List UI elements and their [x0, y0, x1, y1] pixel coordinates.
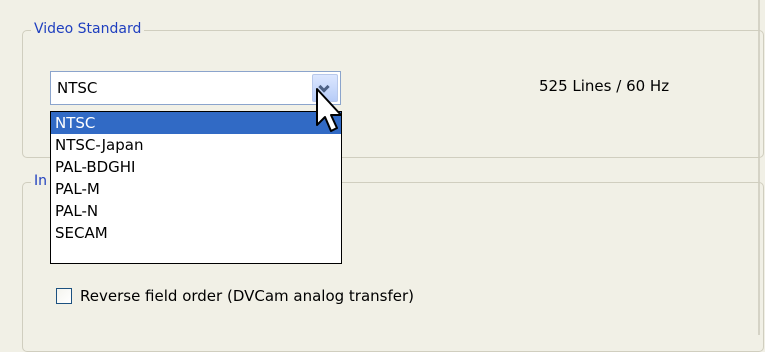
video-standard-info: 525 Lines / 60 Hz: [539, 77, 670, 95]
second-group-title: In: [31, 172, 50, 190]
reverse-field-order-checkbox[interactable]: [56, 288, 72, 304]
combobox-selected-value: NTSC: [57, 79, 98, 97]
reverse-field-order-option[interactable]: Reverse field order (DVCam analog transf…: [56, 284, 414, 308]
dropdown-option-pal-m[interactable]: PAL-M: [51, 178, 341, 200]
video-standard-dropdown-list[interactable]: NTSC NTSC-Japan PAL-BDGHI PAL-M PAL-N SE…: [50, 111, 342, 264]
dropdown-option-ntsc[interactable]: NTSC: [51, 112, 341, 134]
dropdown-option-secam[interactable]: SECAM: [51, 222, 341, 244]
dropdown-option-pal-bdghi[interactable]: PAL-BDGHI: [51, 156, 341, 178]
mouse-cursor-icon: [316, 88, 342, 132]
dropdown-option-pal-n[interactable]: PAL-N: [51, 200, 341, 222]
dropdown-option-ntsc-japan[interactable]: NTSC-Japan: [51, 134, 341, 156]
video-standard-title: Video Standard: [31, 20, 145, 38]
reverse-field-order-label[interactable]: Reverse field order (DVCam analog transf…: [80, 286, 414, 306]
video-standard-combobox[interactable]: NTSC: [50, 71, 341, 105]
